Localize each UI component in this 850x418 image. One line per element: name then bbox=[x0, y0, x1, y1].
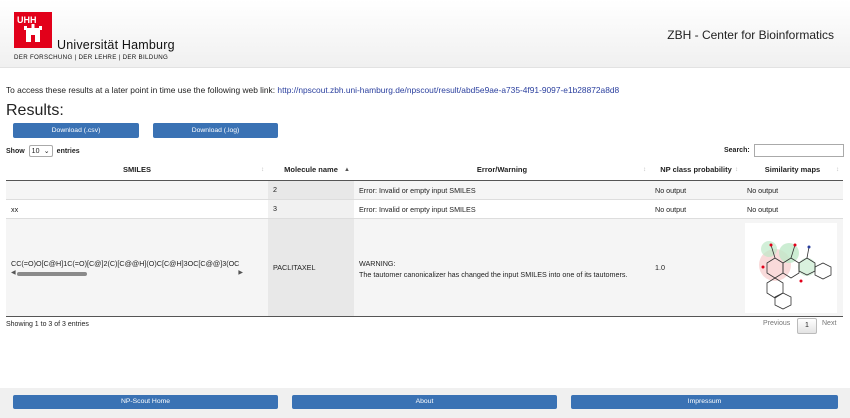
sort-icon: ↕ bbox=[261, 167, 264, 173]
similarity-map-image bbox=[745, 223, 837, 313]
search-label: Search: bbox=[724, 147, 750, 154]
molecule-name-cell: 3 bbox=[268, 200, 354, 218]
center-name: ZBH - Center for Bioinformatics bbox=[667, 28, 834, 42]
smiles-cell: CC(=O)O[C@H]1C(=O)[C@]2(C)[C@@H](O)C[C@H… bbox=[6, 219, 268, 316]
col-smiles-header[interactable]: SMILES ↕ bbox=[6, 160, 268, 180]
download-csv-button[interactable]: Download (.csv) bbox=[13, 123, 139, 138]
sort-icon: ↕ bbox=[643, 167, 646, 173]
table-row: 2 Error: Invalid or empty input SMILES N… bbox=[6, 181, 843, 200]
col-np-class-probability-header[interactable]: NP class probability ↕ bbox=[650, 160, 742, 180]
col-smiles-label: SMILES bbox=[123, 165, 151, 174]
scroll-right-icon[interactable]: ▶ bbox=[238, 269, 243, 276]
page-1-button[interactable]: 1 bbox=[797, 318, 817, 334]
scroll-left-icon[interactable]: ◀ bbox=[11, 269, 16, 276]
entries-label: entries bbox=[56, 147, 80, 155]
table-info: Showing 1 to 3 of 3 entries bbox=[6, 321, 89, 328]
smiles-cell bbox=[6, 181, 268, 200]
table-header: SMILES ↕ Molecule name ▲ Error/Warning ↕… bbox=[6, 160, 843, 181]
col-molecule-name-label: Molecule name bbox=[284, 165, 338, 174]
smiles-cell: xx bbox=[11, 205, 19, 214]
previous-button[interactable]: Previous bbox=[763, 320, 790, 327]
np-scout-home-button[interactable]: NP-Scout Home bbox=[13, 395, 278, 409]
search-area: Search: bbox=[724, 144, 844, 157]
search-input[interactable] bbox=[753, 144, 844, 157]
entries-select[interactable]: 10 ⌄ bbox=[28, 145, 53, 157]
similarity-map-cell: No output bbox=[747, 186, 779, 195]
scroll-thumb[interactable] bbox=[17, 272, 87, 276]
table-row: xx 3 Error: Invalid or empty input SMILE… bbox=[6, 200, 843, 219]
access-link-line: To access these results at a later point… bbox=[6, 85, 619, 95]
col-similarity-maps-header[interactable]: Similarity maps ↕ bbox=[742, 160, 843, 180]
np-class-probability-cell: No output bbox=[655, 186, 687, 195]
next-button[interactable]: Next bbox=[822, 320, 836, 327]
download-log-button[interactable]: Download (.log) bbox=[153, 123, 278, 138]
chevron-down-icon: ⌄ bbox=[43, 148, 50, 155]
np-class-probability-cell: 1.0 bbox=[655, 263, 665, 272]
sort-icon: ↕ bbox=[836, 167, 839, 173]
horizontal-scrollbar[interactable]: ◀ ▶ bbox=[11, 269, 243, 277]
col-similarity-maps-label: Similarity maps bbox=[764, 165, 821, 174]
molecule-name-cell: PACLITAXEL bbox=[268, 219, 354, 316]
about-button[interactable]: About bbox=[292, 395, 557, 409]
entries-value: 10 bbox=[31, 147, 40, 155]
col-molecule-name-header[interactable]: Molecule name ▲ bbox=[268, 160, 354, 180]
warning-title: WARNING: bbox=[359, 259, 396, 268]
col-error-warning-header[interactable]: Error/Warning ↕ bbox=[354, 160, 650, 180]
similarity-map-cell: No output bbox=[747, 205, 779, 214]
show-label: Show bbox=[6, 147, 25, 155]
result-link[interactable]: http://npscout.zbh.uni-hamburg.de/npscou… bbox=[277, 85, 619, 95]
np-class-probability-cell: No output bbox=[655, 205, 687, 214]
molecule-name-cell: 2 bbox=[268, 181, 354, 199]
results-title: Results: bbox=[6, 102, 64, 119]
warning-text: The tautomer canonicalizer has changed t… bbox=[359, 270, 628, 279]
sort-asc-icon: ▲ bbox=[344, 167, 350, 173]
error-warning-cell: Error: Invalid or empty input SMILES bbox=[359, 186, 476, 195]
svg-text:UHH: UHH bbox=[17, 15, 37, 25]
similarity-map-cell bbox=[742, 219, 843, 316]
error-warning-cell: WARNING: The tautomer canonicalizer has … bbox=[354, 219, 650, 316]
sort-icon: ↕ bbox=[735, 167, 738, 173]
error-warning-cell: Error: Invalid or empty input SMILES bbox=[359, 205, 476, 214]
university-logo[interactable]: UHH Universität Hamburg DER FORSCHUNG | … bbox=[14, 12, 175, 62]
university-tagline: DER FORSCHUNG | DER LEHRE | DER BILDUNG bbox=[14, 54, 169, 61]
university-name: Universität Hamburg bbox=[57, 38, 175, 52]
length-menu: Show 10 ⌄ entries bbox=[6, 145, 80, 157]
site-header: UHH Universität Hamburg DER FORSCHUNG | … bbox=[0, 0, 850, 68]
impressum-button[interactable]: Impressum bbox=[571, 395, 838, 409]
col-error-warning-label: Error/Warning bbox=[476, 165, 528, 174]
table-row: CC(=O)O[C@H]1C(=O)[C@]2(C)[C@@H](O)C[C@H… bbox=[6, 219, 843, 317]
smiles-text: CC(=O)O[C@H]1C(=O)[C@]2(C)[C@@H](O)C[C@H… bbox=[11, 259, 240, 268]
access-text: To access these results at a later point… bbox=[6, 85, 278, 95]
col-np-class-probability-label: NP class probability bbox=[660, 165, 732, 174]
uhh-logo-mark: UHH bbox=[14, 12, 52, 48]
